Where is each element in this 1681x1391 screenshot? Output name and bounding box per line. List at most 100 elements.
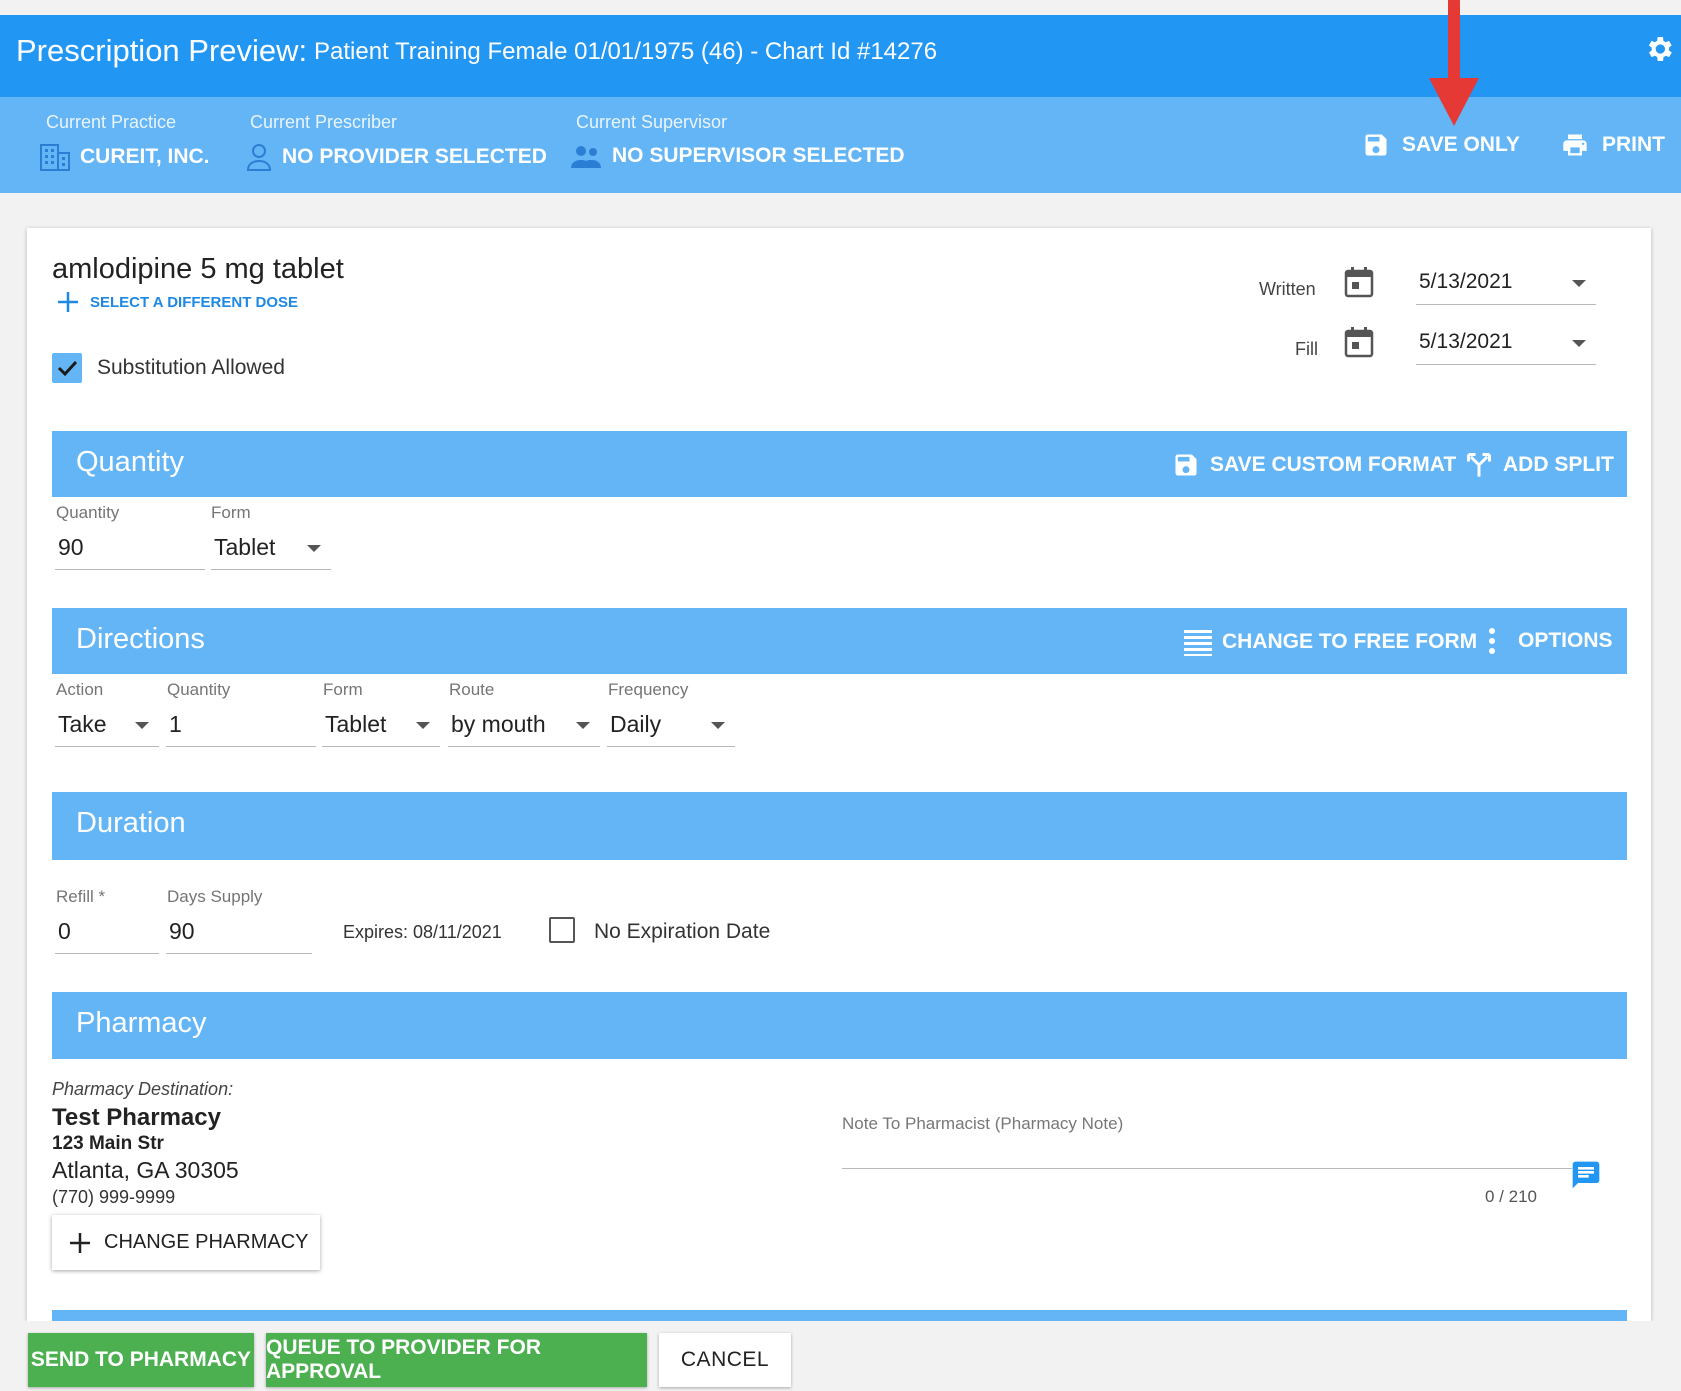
prescriber-selector[interactable]: NO PROVIDER SELECTED — [246, 143, 547, 171]
quantity-input[interactable]: 90 — [55, 526, 205, 570]
directions-quantity-input[interactable]: 1 — [166, 703, 316, 747]
action-bar: SEND TO PHARMACY QUEUE TO PROVIDER FOR A… — [0, 1321, 1681, 1391]
substitution-label: Substitution Allowed — [97, 356, 285, 379]
fill-calendar-icon[interactable] — [1344, 326, 1374, 358]
fill-date-field[interactable]: 5/13/2021 — [1416, 321, 1596, 365]
route-label: Route — [449, 680, 495, 699]
pharmacy-street: 123 Main Str — [52, 1133, 164, 1154]
no-expiration-label: No Expiration Date — [594, 920, 771, 943]
building-icon — [40, 143, 70, 171]
practice-selector[interactable]: CUREIT, INC. — [40, 143, 210, 171]
written-label: Written — [1259, 279, 1316, 299]
people-icon — [570, 143, 602, 169]
fill-date-value: 5/13/2021 — [1419, 330, 1513, 353]
select-dose-button[interactable]: SELECT A DIFFERENT DOSE — [56, 290, 298, 314]
comment-icon[interactable] — [1570, 1159, 1602, 1191]
chevron-down-icon — [307, 545, 321, 552]
days-supply-value: 90 — [169, 918, 195, 944]
pharmacy-city: Atlanta, GA 30305 — [52, 1157, 239, 1183]
check-icon — [57, 360, 78, 377]
refill-value: 0 — [58, 918, 71, 944]
fill-label: Fill — [1295, 339, 1318, 359]
form-label: Form — [211, 503, 251, 522]
pharmacy-section-title: Pharmacy — [76, 1007, 207, 1039]
add-split-button[interactable]: ADD SPLIT — [1465, 451, 1614, 479]
chevron-down-icon — [135, 722, 149, 729]
duration-section-header: Duration — [52, 792, 1627, 860]
written-calendar-icon[interactable] — [1344, 266, 1374, 298]
action-select[interactable]: Take — [55, 703, 159, 747]
prescriber-label: Current Prescriber — [250, 112, 398, 132]
lines-icon — [1184, 628, 1212, 656]
written-date-value: 5/13/2021 — [1419, 270, 1513, 293]
supervisor-selector[interactable]: NO SUPERVISOR SELECTED — [570, 143, 905, 169]
print-label: PRINT — [1602, 133, 1665, 156]
directions-form-value: Tablet — [325, 711, 387, 737]
cancel-button[interactable]: CANCEL — [659, 1333, 791, 1387]
pharmacy-destination-label: Pharmacy Destination: — [52, 1079, 234, 1099]
action-label: Action — [56, 680, 104, 699]
gear-icon[interactable] — [1643, 33, 1675, 65]
annotation-arrow — [1424, 0, 1484, 128]
pharmacy-section-header: Pharmacy — [52, 992, 1627, 1059]
frequency-select[interactable]: Daily — [607, 703, 735, 747]
save-only-label: SAVE ONLY — [1402, 133, 1520, 156]
directions-form-label: Form — [323, 680, 363, 699]
directions-quantity-value: 1 — [169, 711, 182, 737]
supervisor-label: Current Supervisor — [576, 112, 728, 132]
quantity-section-title: Quantity — [76, 446, 184, 478]
pharmacy-name: Test Pharmacy — [52, 1104, 221, 1131]
save-only-button[interactable]: SAVE ONLY — [1362, 131, 1520, 159]
prescription-card: amlodipine 5 mg tablet SELECT A DIFFEREN… — [27, 228, 1651, 1321]
add-split-label: ADD SPLIT — [1503, 453, 1614, 476]
send-to-pharmacy-button[interactable]: SEND TO PHARMACY — [28, 1333, 254, 1387]
directions-quantity-label: Quantity — [167, 680, 231, 699]
person-icon — [246, 143, 272, 171]
action-value: Take — [58, 711, 107, 737]
next-section-header — [52, 1310, 1627, 1321]
print-button[interactable]: PRINT — [1560, 131, 1665, 159]
no-expiration-checkbox[interactable] — [549, 917, 575, 943]
change-to-free-form-label: CHANGE TO FREE FORM — [1222, 630, 1478, 653]
save-custom-format-button[interactable]: SAVE CUSTOM FORMAT — [1172, 451, 1456, 479]
supervisor-value: NO SUPERVISOR SELECTED — [612, 144, 905, 167]
days-supply-input[interactable]: 90 — [166, 910, 312, 954]
change-to-free-form-button[interactable]: CHANGE TO FREE FORM — [1184, 628, 1477, 656]
frequency-label: Frequency — [608, 680, 689, 699]
chevron-down-icon — [1572, 280, 1586, 287]
refill-input[interactable]: 0 — [55, 910, 159, 954]
chevron-down-icon — [576, 722, 590, 729]
page-title: Prescription Preview: — [16, 33, 308, 68]
route-select[interactable]: by mouth — [448, 703, 600, 747]
directions-form-select[interactable]: Tablet — [322, 703, 440, 747]
queue-to-provider-button[interactable]: QUEUE TO PROVIDER FOR APPROVAL — [266, 1333, 647, 1387]
pharmacy-note-input[interactable] — [842, 1140, 1572, 1169]
pharmacy-note-label: Note To Pharmacist (Pharmacy Note) — [842, 1114, 1124, 1133]
route-value: by mouth — [451, 711, 546, 737]
split-icon — [1465, 451, 1493, 479]
chevron-down-icon — [416, 722, 430, 729]
duration-section-title: Duration — [76, 807, 186, 839]
patient-info: Patient Training Female 01/01/1975 (46) … — [314, 38, 938, 65]
quantity-section-header: Quantity SAVE CUSTOM FORMAT ADD SPLIT — [52, 431, 1627, 497]
days-supply-label: Days Supply — [167, 887, 263, 906]
form-select[interactable]: Tablet — [211, 526, 331, 570]
drug-name: amlodipine 5 mg tablet — [52, 253, 344, 285]
more-vertical-icon — [1488, 628, 1496, 654]
quantity-label: Quantity — [56, 503, 120, 522]
refill-label: Refill * — [56, 887, 106, 906]
plus-icon — [56, 290, 80, 314]
substitution-checkbox[interactable] — [52, 353, 82, 383]
expires-text: Expires: 08/11/2021 — [343, 922, 502, 942]
options-button[interactable]: OPTIONS — [1488, 628, 1613, 654]
prescriber-value: NO PROVIDER SELECTED — [282, 145, 547, 168]
practice-label: Current Practice — [46, 112, 177, 132]
options-label: OPTIONS — [1518, 629, 1613, 652]
change-pharmacy-button[interactable]: CHANGE PHARMACY — [52, 1215, 320, 1270]
save-custom-format-label: SAVE CUSTOM FORMAT — [1210, 453, 1457, 476]
written-date-field[interactable]: 5/13/2021 — [1416, 261, 1596, 305]
quantity-value: 90 — [58, 534, 84, 560]
directions-section-header: Directions CHANGE TO FREE FORM OPTIONS — [52, 608, 1627, 674]
directions-section-title: Directions — [76, 623, 205, 655]
printer-icon — [1560, 131, 1590, 159]
